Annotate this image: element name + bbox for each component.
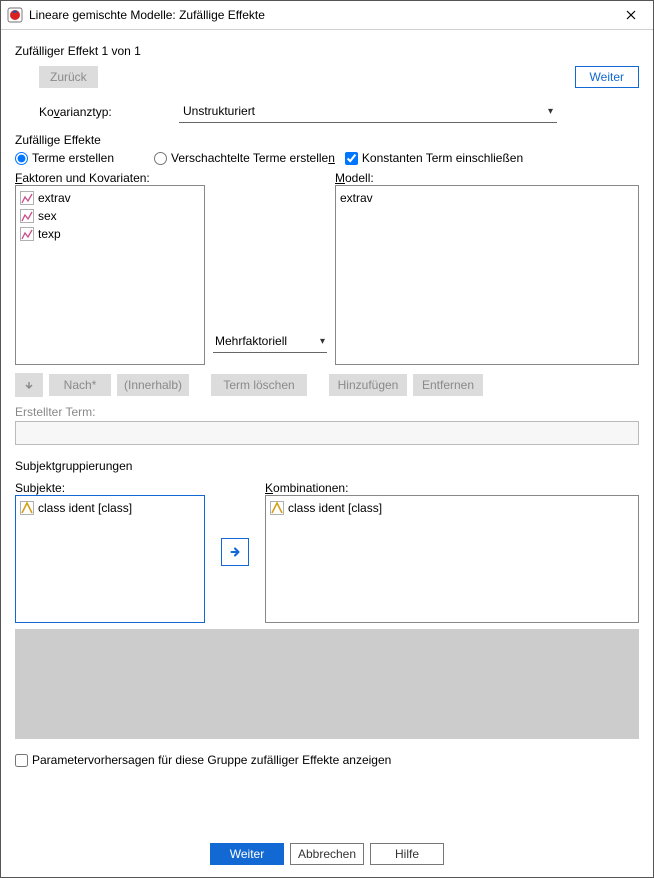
help-button[interactable]: Hilfe xyxy=(370,843,444,865)
remove-term-button[interactable]: Entfernen xyxy=(413,374,483,396)
list-item[interactable]: texp xyxy=(20,225,200,243)
cancel-button[interactable]: Abbrechen xyxy=(290,843,364,865)
scale-icon xyxy=(20,209,34,223)
show-predictions-input[interactable] xyxy=(15,754,28,767)
clear-term-button[interactable]: Term löschen xyxy=(211,374,307,396)
list-item[interactable]: class ident [class] xyxy=(20,499,200,517)
list-item[interactable]: class ident [class] xyxy=(270,499,634,517)
list-item[interactable]: extrav xyxy=(340,189,634,207)
covariance-type-label: Kovarianztyp: xyxy=(15,105,179,119)
move-right-button[interactable] xyxy=(221,538,249,566)
dialog-window: Lineare gemischte Modelle: Zufällige Eff… xyxy=(0,0,654,878)
chevron-down-icon: ▾ xyxy=(548,106,553,117)
radio-nested-terms-input[interactable] xyxy=(154,152,167,165)
built-term-input[interactable] xyxy=(15,421,639,445)
combinations-listbox[interactable]: class ident [class] xyxy=(265,495,639,623)
chevron-down-icon: ▾ xyxy=(320,336,325,347)
random-effects-section-label: Zufällige Effekte xyxy=(15,133,639,147)
close-button[interactable] xyxy=(615,1,647,29)
list-item[interactable]: extrav xyxy=(20,189,200,207)
effect-counter: Zufälliger Effekt 1 von 1 xyxy=(15,44,639,58)
nominal-icon xyxy=(270,501,284,515)
factors-listbox[interactable]: extrav sex texp xyxy=(15,185,205,365)
factors-label: Faktoren und Kovariaten: xyxy=(15,171,205,185)
radio-build-terms-input[interactable] xyxy=(15,152,28,165)
interaction-type-dropdown[interactable]: Mehrfaktoriell ▾ xyxy=(213,330,327,353)
titlebar: Lineare gemischte Modelle: Zufällige Eff… xyxy=(1,1,653,30)
list-item[interactable]: sex xyxy=(20,207,200,225)
model-label: Modell: xyxy=(335,171,639,185)
interaction-type-value: Mehrfaktoriell xyxy=(215,334,287,348)
scale-icon xyxy=(20,191,34,205)
move-down-button[interactable] xyxy=(15,373,43,397)
continue-button[interactable]: Weiter xyxy=(210,843,284,865)
radio-nested-terms[interactable]: Verschachtelte Terme erstellen xyxy=(154,151,335,165)
scale-icon xyxy=(20,227,34,241)
include-intercept-input[interactable] xyxy=(345,152,358,165)
dialog-footer: Weiter Abbrechen Hilfe xyxy=(1,831,653,877)
dialog-content: Zufälliger Effekt 1 von 1 Zurück Weiter … xyxy=(1,30,653,831)
combinations-label: Kombinationen: xyxy=(265,481,639,495)
window-title: Lineare gemischte Modelle: Zufällige Eff… xyxy=(29,8,615,22)
show-predictions-checkbox[interactable]: Parametervorhersagen für diese Gruppe zu… xyxy=(15,753,639,767)
include-intercept-checkbox[interactable]: Konstanten Term einschließen xyxy=(345,151,523,165)
disabled-panel xyxy=(15,629,639,739)
subjects-listbox[interactable]: class ident [class] xyxy=(15,495,205,623)
covariance-type-dropdown[interactable]: Unstrukturiert ▾ xyxy=(179,100,557,123)
back-button[interactable]: Zurück xyxy=(39,66,98,88)
add-term-button[interactable]: Hinzufügen xyxy=(329,374,407,396)
built-term-label: Erstellter Term: xyxy=(15,405,639,419)
model-listbox[interactable]: extrav xyxy=(335,185,639,365)
nest-button[interactable]: Nach* xyxy=(49,374,111,396)
covariance-type-value: Unstrukturiert xyxy=(183,104,255,118)
next-button[interactable]: Weiter xyxy=(575,66,639,88)
nominal-icon xyxy=(20,501,34,515)
subjects-label: Subjekte: xyxy=(15,481,205,495)
app-icon xyxy=(7,7,23,23)
within-button[interactable]: (Innerhalb) xyxy=(117,374,189,396)
subject-groupings-label: Subjektgruppierungen xyxy=(15,459,639,473)
radio-build-terms[interactable]: Terme erstellen xyxy=(15,151,114,165)
